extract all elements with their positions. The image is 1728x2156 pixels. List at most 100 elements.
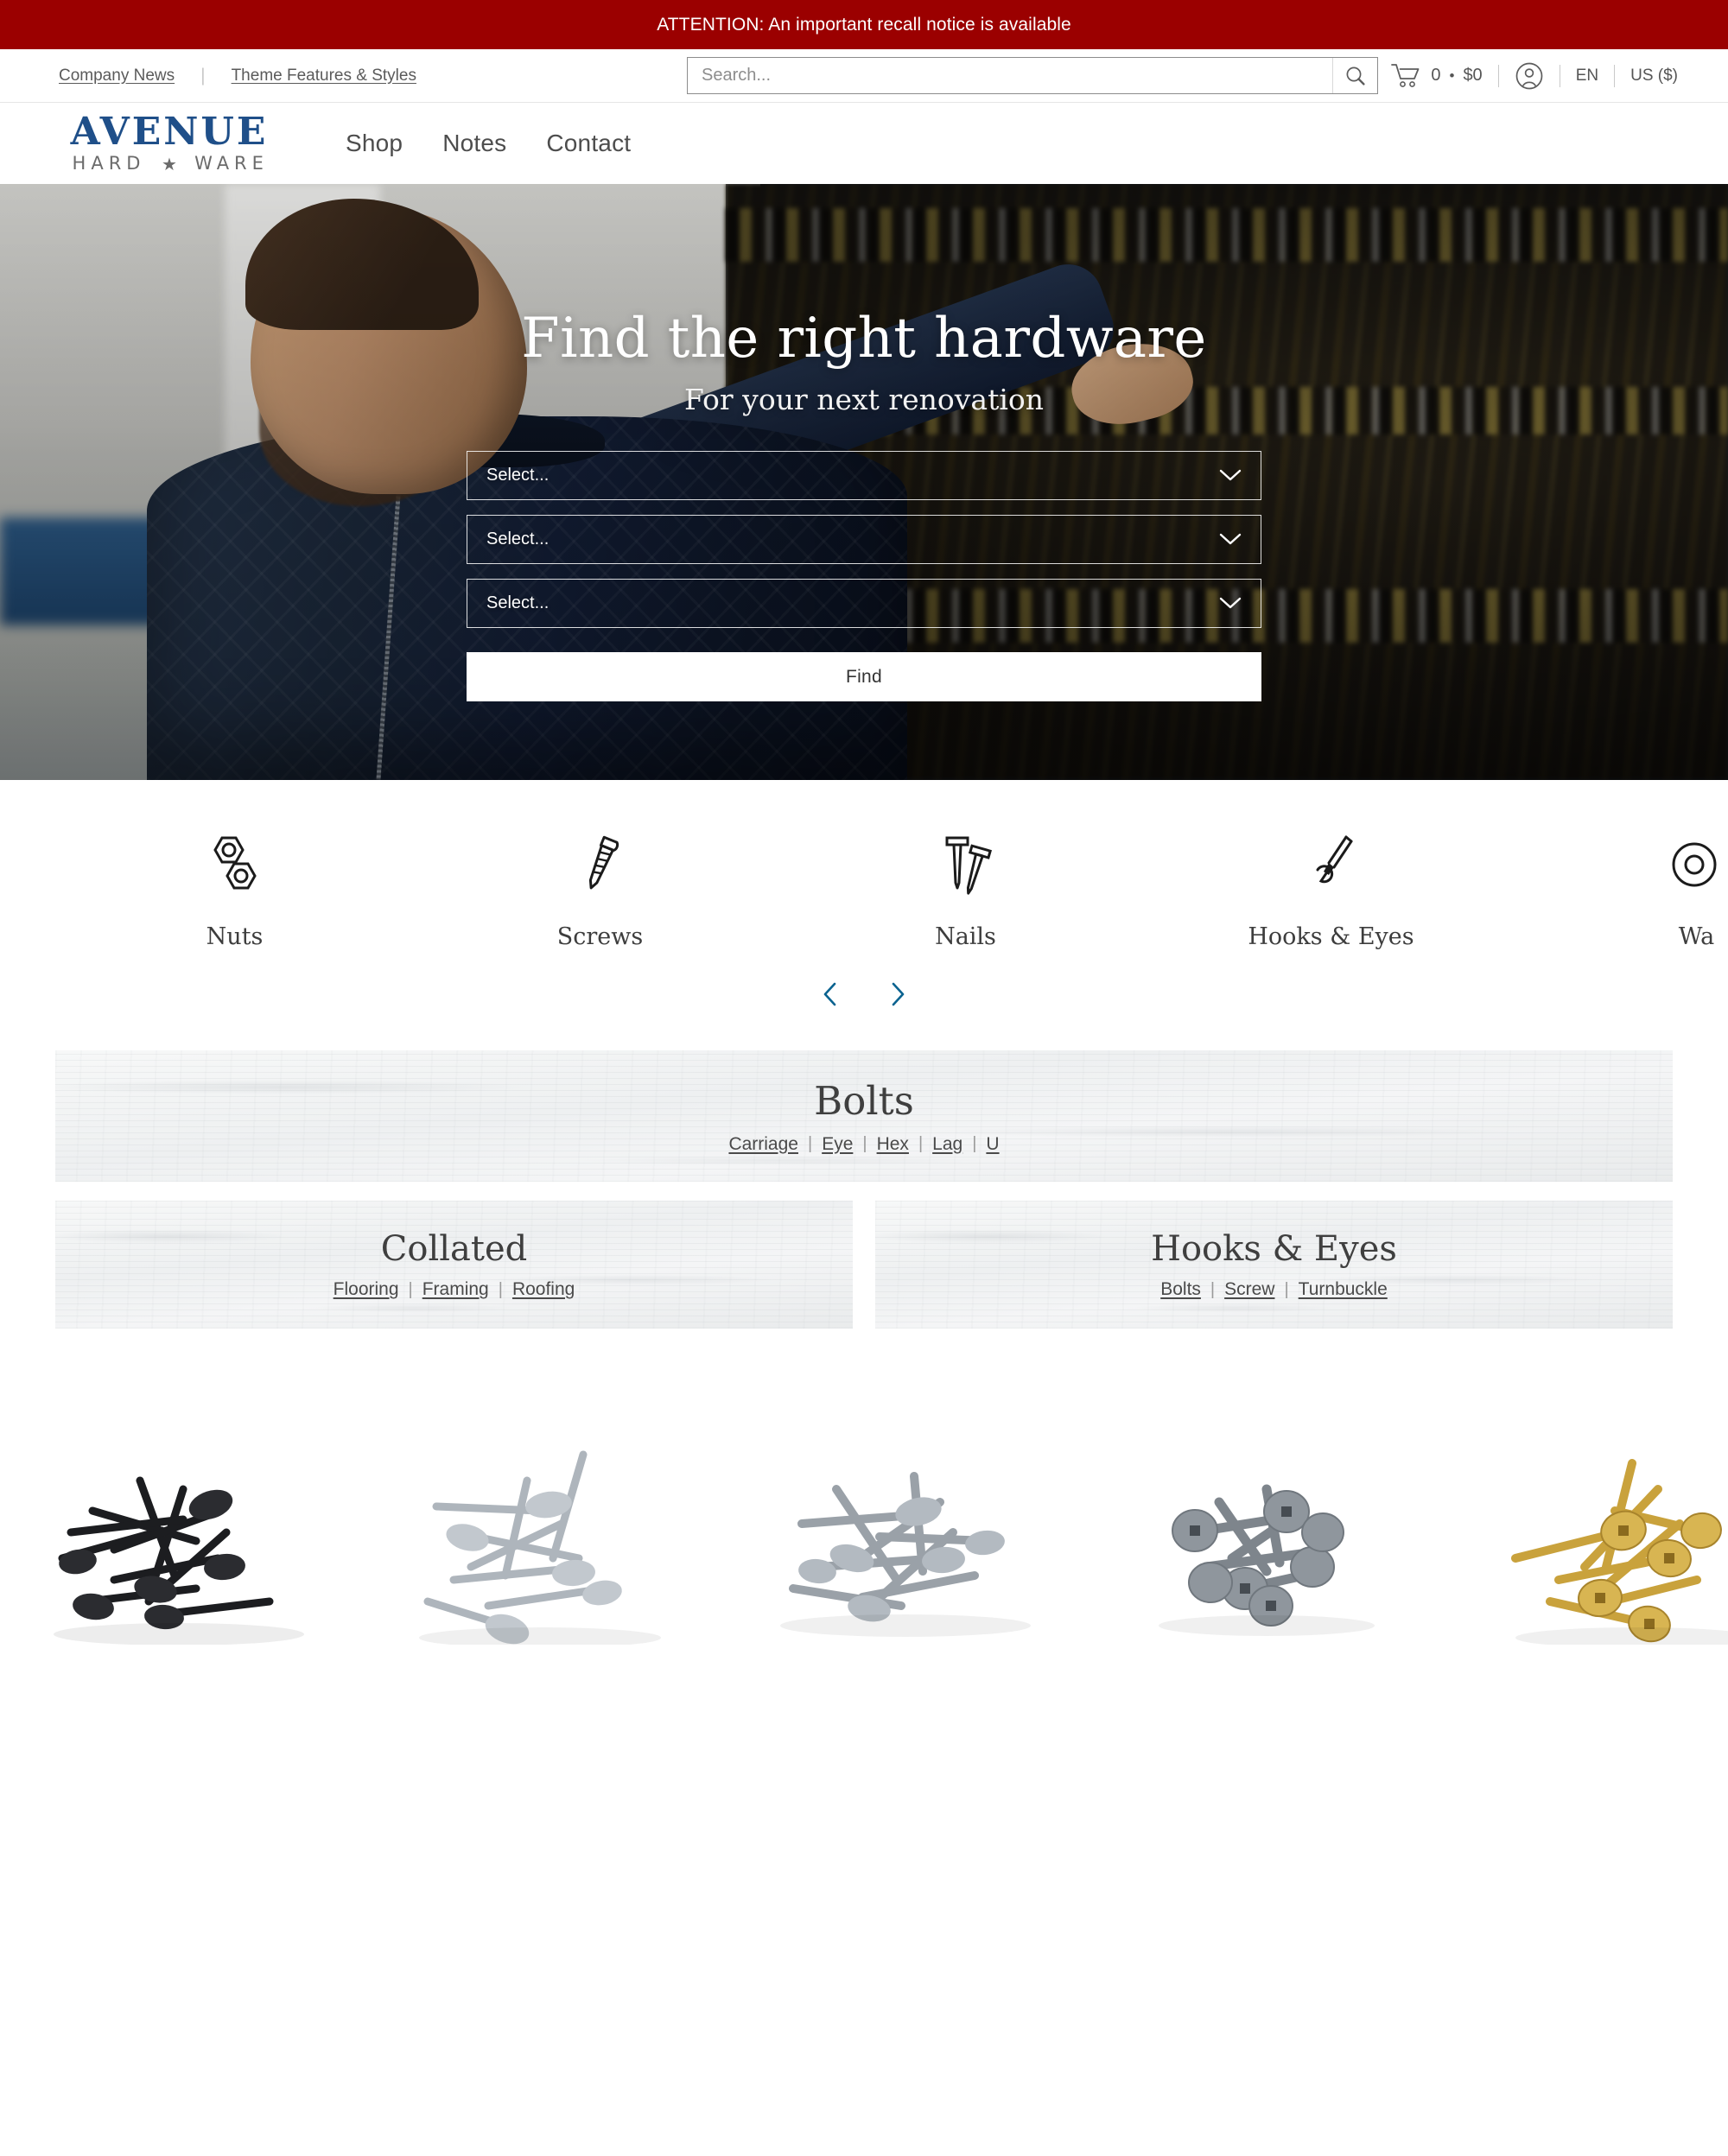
search-icon bbox=[1346, 67, 1365, 86]
promo-link-screw[interactable]: Screw bbox=[1224, 1279, 1274, 1300]
carousel-prev-button[interactable] bbox=[816, 980, 845, 1009]
category-label-washers: Wa bbox=[1678, 923, 1715, 950]
logo-wordmark-hard: HARD bbox=[73, 153, 146, 174]
promo-section: Bolts Carriage | Eye | Hex | Lag | U Col… bbox=[0, 1050, 1728, 1328]
announcement-text: ATTENTION: An important recall notice is… bbox=[657, 14, 1071, 35]
hook-icon bbox=[1316, 835, 1352, 884]
shopping-cart-icon bbox=[1391, 63, 1420, 87]
chevron-down-icon bbox=[1219, 533, 1242, 545]
hero-title: Find the right hardware bbox=[521, 307, 1207, 371]
finder-select-2-value: Select... bbox=[486, 529, 550, 549]
category-label-nuts: Nuts bbox=[206, 923, 264, 950]
cart-item-count: 0 bbox=[1431, 66, 1441, 85]
language-selector[interactable]: EN bbox=[1576, 67, 1598, 86]
cart-dot-separator: • bbox=[1449, 67, 1455, 84]
product-card-silver-coarse-screws[interactable] bbox=[731, 1384, 1096, 1677]
product-card-brass-yellow-zinc-screws[interactable] bbox=[1462, 1384, 1728, 1677]
search-submit-button[interactable] bbox=[1332, 58, 1377, 93]
category-item-nails[interactable]: Nails bbox=[783, 825, 1148, 950]
promo-link-u[interactable]: U bbox=[986, 1134, 999, 1155]
chevron-right-icon bbox=[892, 982, 905, 1006]
promo-pipe: | bbox=[918, 1134, 924, 1153]
cart-button[interactable]: 0 • $0 bbox=[1391, 63, 1483, 89]
product-card-stainless-washer-head-screws[interactable] bbox=[1096, 1384, 1462, 1677]
promo-link-eye[interactable]: Eye bbox=[822, 1134, 853, 1155]
currency-selector[interactable]: US ($) bbox=[1630, 67, 1678, 86]
utility-bar: Company News | Theme Features & Styles 0… bbox=[0, 49, 1728, 103]
hero-banner: Find the right hardware For your next re… bbox=[0, 184, 1728, 780]
promo-pipe: | bbox=[498, 1279, 503, 1299]
hero-subtitle: For your next renovation bbox=[683, 383, 1045, 416]
announcement-bar: ATTENTION: An important recall notice is… bbox=[0, 0, 1728, 49]
utility-right-group: 0 • $0 EN US ($) bbox=[1391, 61, 1678, 91]
screw-icon bbox=[588, 835, 619, 890]
nav-item-contact[interactable]: Contact bbox=[526, 130, 651, 157]
promo-pipe: | bbox=[408, 1279, 413, 1299]
product-card-zinc-wood-screws[interactable] bbox=[365, 1384, 731, 1677]
hex-nuts-icon bbox=[213, 836, 257, 890]
logo-wordmark-avenue: AVENUE bbox=[70, 110, 269, 154]
finder-select-1-value: Select... bbox=[486, 466, 550, 485]
hero-content: Find the right hardware For your next re… bbox=[0, 184, 1728, 780]
hero-product-finder-form: Select... Select... Select... Find bbox=[467, 451, 1261, 701]
site-logo[interactable]: AVENUE HARD ★ WARE bbox=[55, 109, 284, 179]
nav-item-notes[interactable]: Notes bbox=[422, 130, 526, 157]
promo-link-carriage[interactable]: Carriage bbox=[728, 1134, 798, 1155]
carousel-next-button[interactable] bbox=[883, 980, 912, 1009]
finder-select-1[interactable]: Select... bbox=[467, 451, 1261, 500]
find-button[interactable]: Find bbox=[467, 652, 1261, 701]
divider bbox=[1497, 64, 1499, 87]
promo-title-hooks-eyes: Hooks & Eyes bbox=[1151, 1229, 1397, 1269]
promo-links-bolts: Carriage | Eye | Hex | Lag | U bbox=[728, 1134, 999, 1155]
promo-title-bolts: Bolts bbox=[814, 1077, 914, 1124]
washer-icon bbox=[1672, 842, 1716, 887]
category-item-washers[interactable]: Wa bbox=[1514, 825, 1728, 950]
promo-link-lag[interactable]: Lag bbox=[932, 1134, 962, 1155]
category-item-nuts[interactable]: Nuts bbox=[52, 825, 417, 950]
link-theme-features-styles[interactable]: Theme Features & Styles bbox=[232, 67, 416, 86]
category-carousel: Nuts Screws Nails Hooks & Eyes Wa bbox=[0, 780, 1728, 1014]
promo-banner-pair: Collated Flooring | Framing | Roofing Ho… bbox=[55, 1201, 1673, 1328]
promo-banner-bolts[interactable]: Bolts Carriage | Eye | Hex | Lag | U bbox=[55, 1050, 1673, 1182]
logo-star-icon: ★ bbox=[162, 154, 177, 174]
chevron-down-icon bbox=[1219, 597, 1242, 609]
promo-link-framing[interactable]: Framing bbox=[422, 1279, 489, 1300]
search-input[interactable] bbox=[688, 58, 1332, 93]
finder-select-2[interactable]: Select... bbox=[467, 515, 1261, 564]
chevron-left-icon bbox=[823, 982, 836, 1006]
site-header: AVENUE HARD ★ WARE Shop Notes Contact bbox=[0, 103, 1728, 184]
product-image-zinc-wood-screws bbox=[418, 1450, 661, 1645]
promo-links-hooks-eyes: Bolts | Screw | Turnbuckle bbox=[1160, 1279, 1388, 1300]
finder-select-3[interactable]: Select... bbox=[467, 579, 1261, 628]
promo-link-hex[interactable]: Hex bbox=[877, 1134, 909, 1155]
search-bar bbox=[687, 57, 1378, 94]
nav-item-shop[interactable]: Shop bbox=[326, 130, 422, 157]
link-company-news[interactable]: Company News bbox=[59, 67, 175, 86]
category-label-screws: Screws bbox=[556, 923, 644, 950]
category-list: Nuts Screws Nails Hooks & Eyes Wa bbox=[0, 825, 1728, 950]
promo-pipe: | bbox=[972, 1134, 977, 1153]
product-card-black-drywall-screws[interactable] bbox=[0, 1384, 365, 1677]
category-item-hooks-eyes[interactable]: Hooks & Eyes bbox=[1148, 825, 1514, 950]
category-label-nails: Nails bbox=[935, 923, 996, 950]
promo-link-turnbuckle[interactable]: Turnbuckle bbox=[1299, 1279, 1388, 1300]
promo-pipe: | bbox=[862, 1134, 867, 1153]
product-image-strip bbox=[0, 1384, 1728, 1677]
promo-title-collated: Collated bbox=[380, 1229, 528, 1269]
promo-banner-collated[interactable]: Collated Flooring | Framing | Roofing bbox=[55, 1201, 853, 1328]
promo-pipe: | bbox=[1210, 1279, 1216, 1299]
product-image-black-drywall-screws bbox=[53, 1476, 304, 1645]
promo-banner-hooks-eyes[interactable]: Hooks & Eyes Bolts | Screw | Turnbuckle bbox=[875, 1201, 1673, 1328]
utility-links: Company News | Theme Features & Styles bbox=[59, 67, 416, 86]
account-button[interactable] bbox=[1515, 61, 1544, 91]
promo-link-roofing[interactable]: Roofing bbox=[512, 1279, 575, 1300]
product-image-brass-yellow-zinc-screws bbox=[1510, 1458, 1728, 1645]
promo-link-bolts[interactable]: Bolts bbox=[1160, 1279, 1201, 1300]
product-image-silver-coarse-screws bbox=[779, 1471, 1031, 1637]
finder-select-3-value: Select... bbox=[486, 593, 550, 612]
promo-pipe: | bbox=[1284, 1279, 1289, 1299]
utility-separator: | bbox=[200, 66, 206, 86]
logo-wordmark-ware: WARE bbox=[194, 153, 269, 174]
category-item-screws[interactable]: Screws bbox=[417, 825, 783, 950]
promo-link-flooring[interactable]: Flooring bbox=[334, 1279, 399, 1300]
